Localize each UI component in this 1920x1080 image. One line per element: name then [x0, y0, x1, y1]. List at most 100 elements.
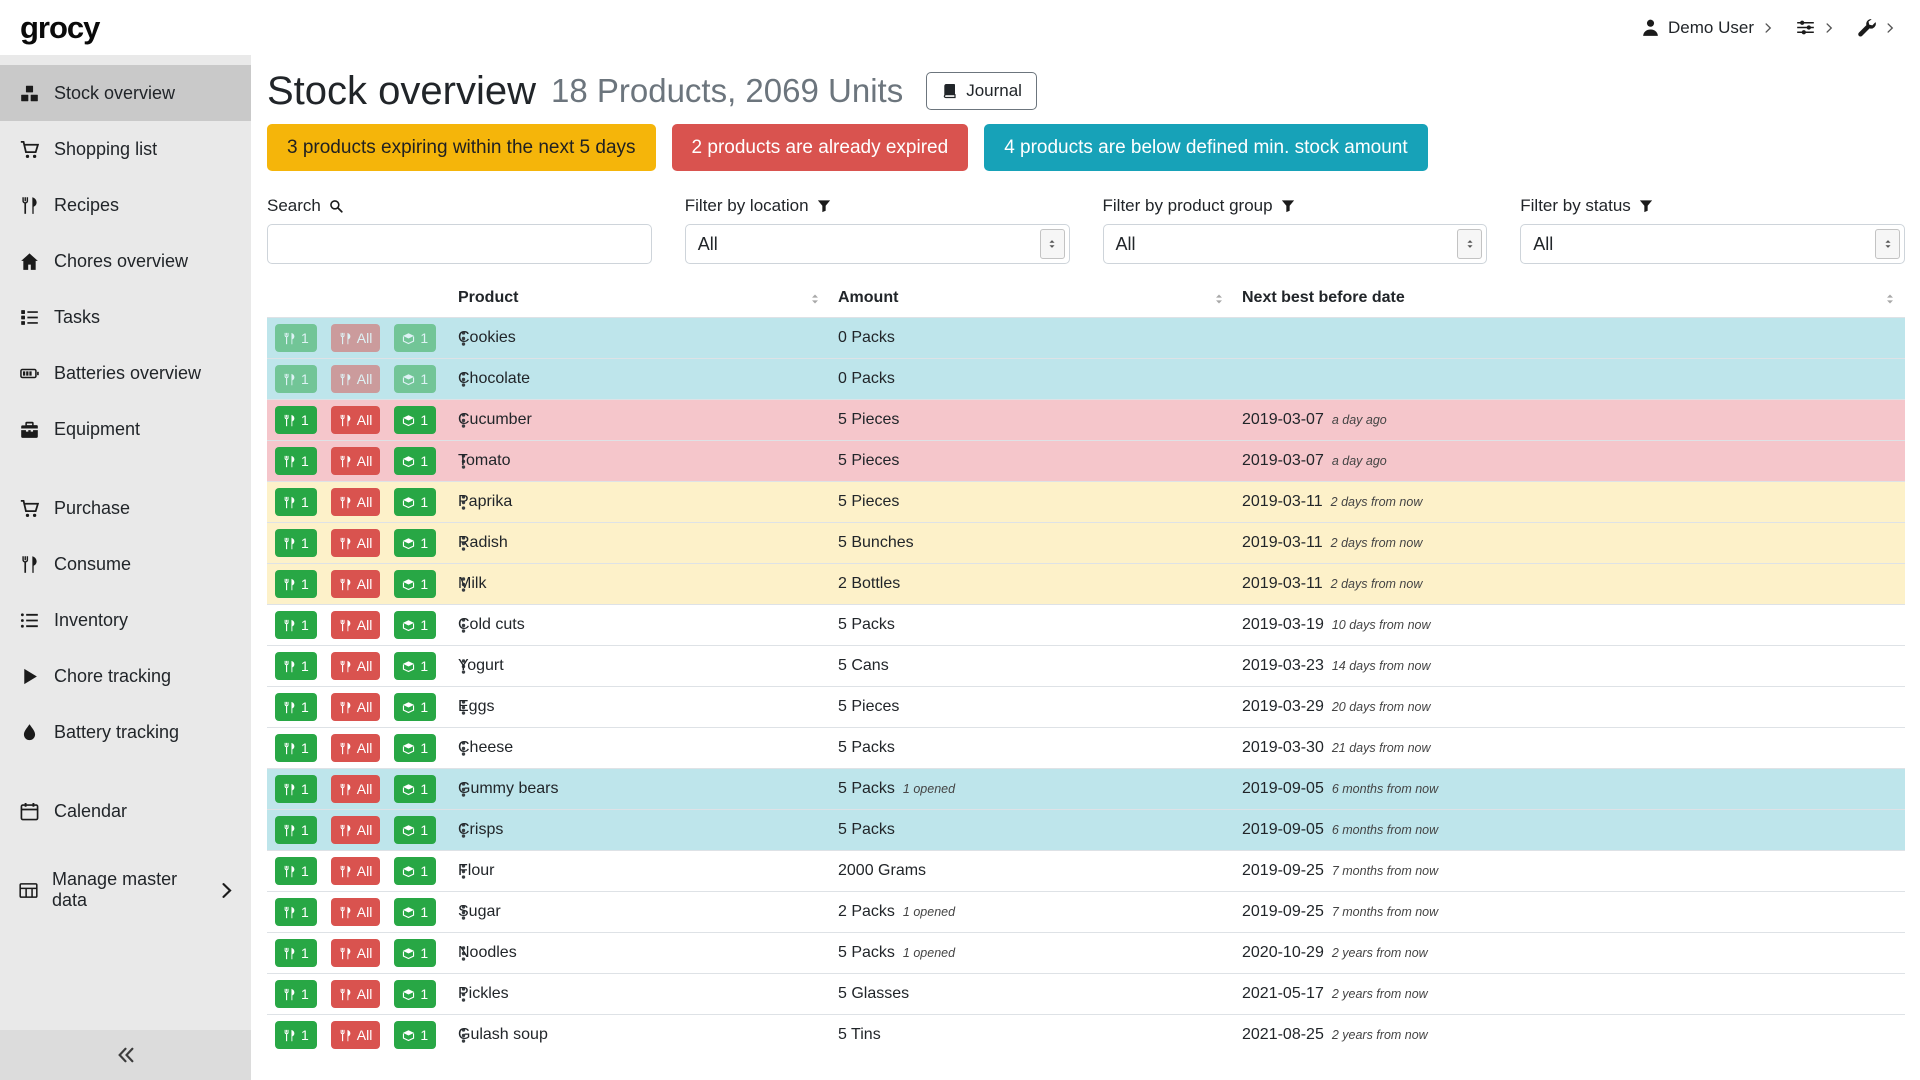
- sidebar-item-consume[interactable]: Consume: [0, 536, 251, 592]
- page-title: Stock overview: [267, 69, 536, 113]
- consume-all-button[interactable]: All: [331, 611, 381, 639]
- consume-one-button[interactable]: 1: [275, 324, 317, 352]
- consume-one-button[interactable]: 1: [275, 652, 317, 680]
- product-column-header[interactable]: Product: [450, 285, 830, 318]
- consume-all-button[interactable]: All: [331, 775, 381, 803]
- amount-column-header[interactable]: Amount: [830, 285, 1234, 318]
- sort-icon[interactable]: [808, 292, 822, 306]
- sidebar-item-stock-overview[interactable]: Stock overview: [0, 65, 251, 121]
- sort-icon[interactable]: [1883, 292, 1897, 306]
- settings-menu[interactable]: [1796, 18, 1835, 37]
- open-one-button[interactable]: 1: [394, 324, 436, 352]
- sidebar-item-battery-tracking[interactable]: Battery tracking: [0, 704, 251, 760]
- consume-one-button[interactable]: 1: [275, 734, 317, 762]
- sidebar-item-tasks[interactable]: Tasks: [0, 289, 251, 345]
- consume-one-button[interactable]: 1: [275, 775, 317, 803]
- consume-one-button[interactable]: 1: [275, 980, 317, 1008]
- open-one-button[interactable]: 1: [394, 447, 436, 475]
- table-row: 1All1Sugar2 Packs1 opened2019-09-257 mon…: [267, 892, 1905, 933]
- consume-one-button[interactable]: 1: [275, 447, 317, 475]
- open-one-button[interactable]: 1: [394, 734, 436, 762]
- book-icon: [941, 83, 957, 99]
- consume-one-button[interactable]: 1: [275, 406, 317, 434]
- consume-one-button[interactable]: 1: [275, 488, 317, 516]
- consume-one-button[interactable]: 1: [275, 1021, 317, 1049]
- open-one-button[interactable]: 1: [394, 365, 436, 393]
- sidebar-item-calendar[interactable]: Calendar: [0, 783, 251, 839]
- product-name: Pickles: [450, 974, 830, 1015]
- open-one-button[interactable]: 1: [394, 693, 436, 721]
- consume-all-button[interactable]: All: [331, 324, 381, 352]
- sidebar-item-batteries-overview[interactable]: Batteries overview: [0, 345, 251, 401]
- open-one-button[interactable]: 1: [394, 1021, 436, 1049]
- open-one-button[interactable]: 1: [394, 529, 436, 557]
- search-icon: [329, 199, 343, 213]
- open-one-button[interactable]: 1: [394, 611, 436, 639]
- table-row: 1All1Cucumber5 Pieces2019-03-07a day ago: [267, 400, 1905, 441]
- consume-all-button[interactable]: All: [331, 734, 381, 762]
- consume-all-button[interactable]: All: [331, 488, 381, 516]
- sidebar-item-inventory[interactable]: Inventory: [0, 592, 251, 648]
- consume-one-button[interactable]: 1: [275, 693, 317, 721]
- consume-all-button[interactable]: All: [331, 980, 381, 1008]
- user-menu[interactable]: Demo User: [1641, 18, 1774, 38]
- consume-one-button[interactable]: 1: [275, 529, 317, 557]
- sidebar-item-shopping-list[interactable]: Shopping list: [0, 121, 251, 177]
- utensils-icon: [339, 701, 352, 714]
- chevron-right-icon: [1884, 22, 1896, 34]
- sidebar-item-manage-master-data[interactable]: Manage master data: [0, 862, 251, 918]
- product-group-filter[interactable]: All: [1103, 224, 1488, 264]
- table-row: 1All1Chocolate0 Packs: [267, 359, 1905, 400]
- date-column-header[interactable]: Next best before date: [1234, 285, 1905, 318]
- consume-all-button[interactable]: All: [331, 857, 381, 885]
- open-one-button[interactable]: 1: [394, 939, 436, 967]
- sidebar-item-chores-overview[interactable]: Chores overview: [0, 233, 251, 289]
- open-one-button[interactable]: 1: [394, 775, 436, 803]
- open-one-button[interactable]: 1: [394, 570, 436, 598]
- journal-button[interactable]: Journal: [926, 72, 1037, 110]
- consume-all-button[interactable]: All: [331, 529, 381, 557]
- below-min-stock-banner[interactable]: 4 products are below defined min. stock …: [984, 124, 1427, 171]
- open-one-button[interactable]: 1: [394, 898, 436, 926]
- sort-icon[interactable]: [1212, 292, 1226, 306]
- search-input[interactable]: [267, 224, 652, 264]
- sidebar-item-purchase[interactable]: Purchase: [0, 480, 251, 536]
- expired-banner[interactable]: 2 products are already expired: [672, 124, 969, 171]
- open-one-button[interactable]: 1: [394, 816, 436, 844]
- consume-one-button[interactable]: 1: [275, 570, 317, 598]
- sidebar-item-recipes[interactable]: Recipes: [0, 177, 251, 233]
- open-one-button[interactable]: 1: [394, 857, 436, 885]
- consume-all-button[interactable]: All: [331, 1021, 381, 1049]
- grocy-logo[interactable]: grocy: [20, 10, 99, 46]
- expiring-banner[interactable]: 3 products expiring within the next 5 da…: [267, 124, 656, 171]
- consume-one-button[interactable]: 1: [275, 898, 317, 926]
- consume-one-button-label: 1: [301, 617, 309, 633]
- consume-all-button[interactable]: All: [331, 365, 381, 393]
- consume-all-button[interactable]: All: [331, 406, 381, 434]
- consume-all-button[interactable]: All: [331, 816, 381, 844]
- consume-all-button[interactable]: All: [331, 898, 381, 926]
- consume-all-button[interactable]: All: [331, 570, 381, 598]
- open-one-button[interactable]: 1: [394, 980, 436, 1008]
- open-one-button[interactable]: 1: [394, 488, 436, 516]
- consume-all-button[interactable]: All: [331, 939, 381, 967]
- sidebar-item-chore-tracking[interactable]: Chore tracking: [0, 648, 251, 704]
- consume-all-button[interactable]: All: [331, 693, 381, 721]
- filter-icon: [1639, 199, 1653, 213]
- consume-one-button[interactable]: 1: [275, 365, 317, 393]
- row-actions: 1 All 1: [275, 488, 442, 516]
- consume-all-button[interactable]: All: [331, 447, 381, 475]
- sidebar-item-equipment[interactable]: Equipment: [0, 401, 251, 457]
- open-one-button[interactable]: 1: [394, 406, 436, 434]
- table-row: 1All1Flour2000 Grams2019-09-257 months f…: [267, 851, 1905, 892]
- location-filter[interactable]: All: [685, 224, 1070, 264]
- consume-one-button[interactable]: 1: [275, 611, 317, 639]
- consume-all-button[interactable]: All: [331, 652, 381, 680]
- consume-one-button[interactable]: 1: [275, 939, 317, 967]
- open-one-button[interactable]: 1: [394, 652, 436, 680]
- admin-menu[interactable]: [1857, 18, 1896, 37]
- status-filter[interactable]: All: [1520, 224, 1905, 264]
- collapse-sidebar-button[interactable]: [0, 1030, 251, 1080]
- consume-one-button[interactable]: 1: [275, 857, 317, 885]
- consume-one-button[interactable]: 1: [275, 816, 317, 844]
